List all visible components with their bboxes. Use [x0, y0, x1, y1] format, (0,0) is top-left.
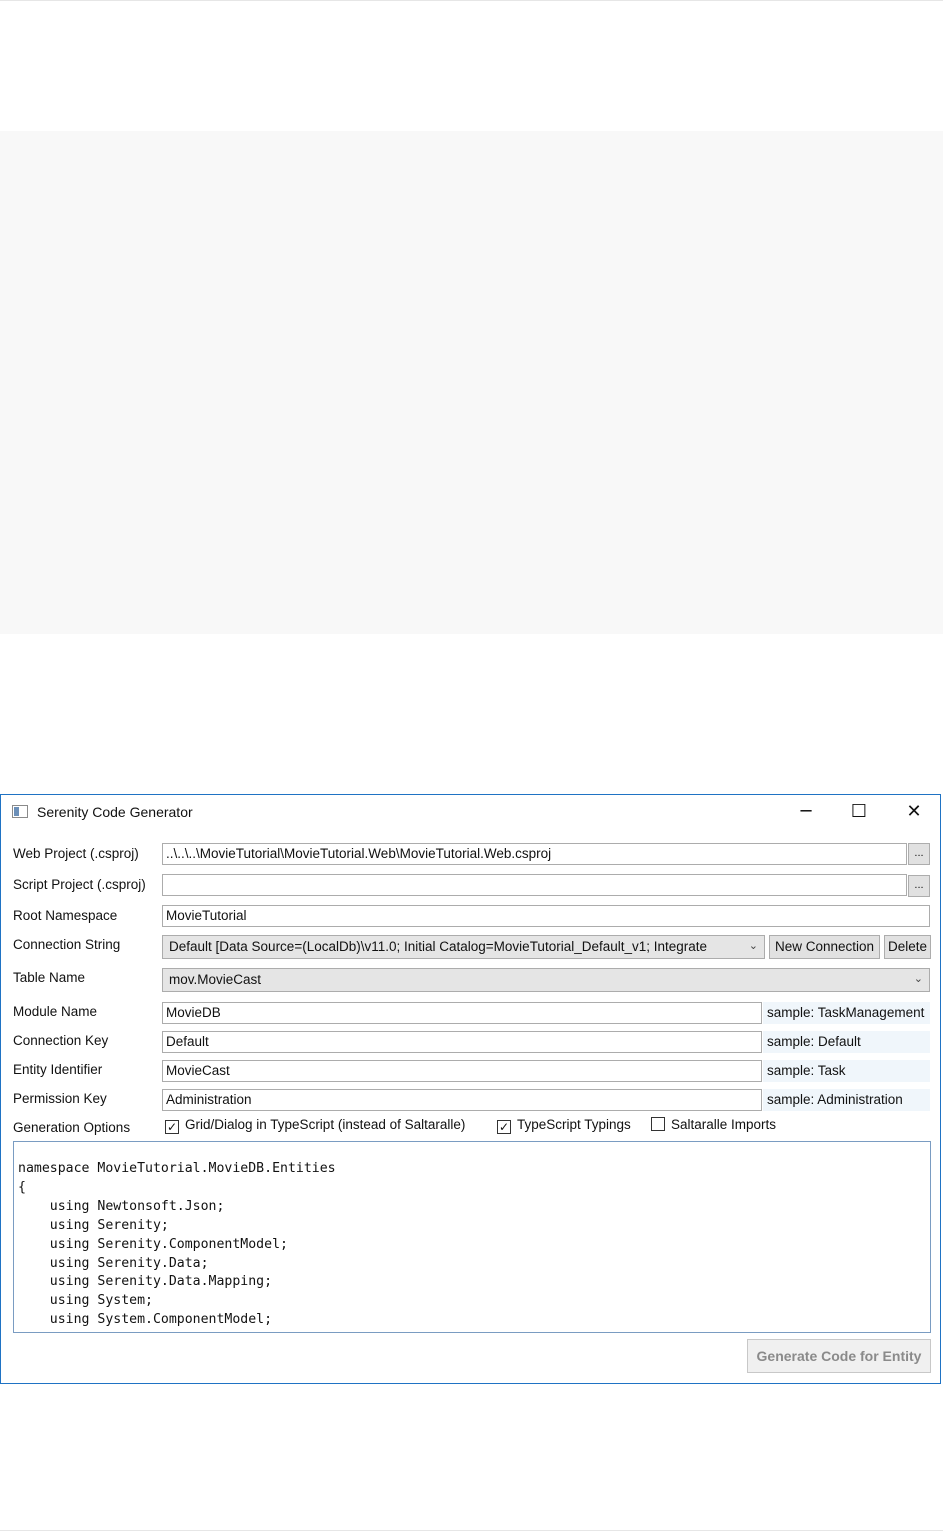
code-line: using Serenity.ComponentModel; — [18, 1236, 288, 1252]
code-line: using Serenity.Data.Mapping; — [18, 1274, 273, 1290]
web-project-label: Web Project (.csproj) — [13, 846, 139, 861]
module-name-label: Module Name — [13, 1004, 98, 1019]
script-project-browse-button[interactable]: ... — [908, 875, 930, 897]
option-typescript-typings[interactable]: ✓ TypeScript Typings — [497, 1117, 631, 1135]
connection-key-field[interactable]: Default — [162, 1031, 762, 1053]
root-namespace-label: Root Namespace — [13, 908, 118, 923]
table-name-value: mov.MovieCast — [169, 972, 262, 987]
option-label: Grid/Dialog in TypeScript (instead of Sa… — [185, 1117, 466, 1132]
permission-key-sample: sample: Administration — [763, 1089, 930, 1111]
title-bar[interactable]: Serenity Code Generator ─ ☐ ✕ — [1, 795, 940, 829]
code-generator-window: Serenity Code Generator ─ ☐ ✕ Web Projec… — [0, 794, 941, 1384]
checkbox-checked[interactable]: ✓ — [165, 1120, 179, 1134]
code-line: { — [18, 1179, 26, 1195]
option-typescript-grid-dialog[interactable]: ✓ Grid/Dialog in TypeScript (instead of S… — [165, 1117, 465, 1135]
module-name-field[interactable]: MovieDB — [162, 1002, 762, 1024]
code-line: using Serenity.Data; — [18, 1255, 209, 1271]
entity-identifier-field[interactable]: MovieCast — [162, 1060, 762, 1082]
connection-string-label: Connection String — [13, 937, 121, 952]
generate-code-button[interactable]: Generate Code for Entity — [747, 1339, 931, 1373]
page: Serenity Code Generator ─ ☐ ✕ Web Projec… — [0, 0, 943, 1532]
option-label: Saltaralle Imports — [671, 1117, 777, 1132]
blank-gray-panel — [0, 131, 943, 634]
code-line: namespace MovieTutorial.MovieDB.Entities — [18, 1161, 336, 1176]
script-project-field[interactable] — [162, 874, 907, 896]
entity-identifier-sample: sample: Task — [763, 1060, 930, 1082]
connection-string-value: Default [Data Source=(LocalDb)\v11.0; In… — [169, 939, 708, 954]
web-project-browse-button[interactable]: ... — [908, 843, 930, 865]
code-preview[interactable]: namespace MovieTutorial.MovieDB.Entities… — [13, 1141, 931, 1333]
table-name-dropdown[interactable]: mov.MovieCast ⌄ — [162, 968, 930, 992]
checkbox-unchecked[interactable] — [651, 1117, 665, 1131]
chevron-down-icon: ⌄ — [913, 973, 923, 985]
maximize-button[interactable]: ☐ — [836, 795, 882, 828]
window-title: Serenity Code Generator — [37, 804, 193, 820]
option-saltaralle-imports[interactable]: Saltaralle Imports — [651, 1117, 776, 1135]
connection-key-label: Connection Key — [13, 1033, 109, 1048]
close-button[interactable]: ✕ — [891, 795, 937, 828]
permission-key-field[interactable]: Administration — [162, 1089, 762, 1111]
chevron-down-icon: ⌄ — [748, 940, 758, 952]
minimize-button[interactable]: ─ — [783, 795, 829, 828]
generation-options-label: Generation Options — [13, 1120, 131, 1135]
module-name-sample: sample: TaskManagement — [763, 1002, 930, 1024]
connection-key-sample: sample: Default — [763, 1031, 930, 1053]
app-window-icon — [12, 805, 28, 818]
bottom-divider — [0, 1530, 943, 1531]
code-line: using System.ComponentModel; — [18, 1312, 273, 1328]
root-namespace-field[interactable]: MovieTutorial — [162, 905, 930, 927]
code-line: using Newtonsoft.Json; — [18, 1198, 225, 1214]
delete-connection-button[interactable]: Delete — [884, 935, 931, 959]
code-line: using Serenity; — [18, 1217, 169, 1233]
checkbox-checked[interactable]: ✓ — [497, 1120, 511, 1134]
permission-key-label: Permission Key — [13, 1091, 107, 1106]
table-name-label: Table Name — [13, 970, 86, 985]
new-connection-button[interactable]: New Connection — [769, 935, 880, 959]
top-divider — [0, 0, 943, 1]
script-project-label: Script Project (.csproj) — [13, 877, 146, 892]
code-line: using System; — [18, 1293, 153, 1309]
option-label: TypeScript Typings — [517, 1117, 631, 1132]
connection-string-dropdown[interactable]: Default [Data Source=(LocalDb)\v11.0; In… — [162, 935, 765, 959]
entity-identifier-label: Entity Identifier — [13, 1062, 103, 1077]
web-project-field[interactable]: ..\..\..\MovieTutorial\MovieTutorial.Web… — [162, 843, 907, 865]
